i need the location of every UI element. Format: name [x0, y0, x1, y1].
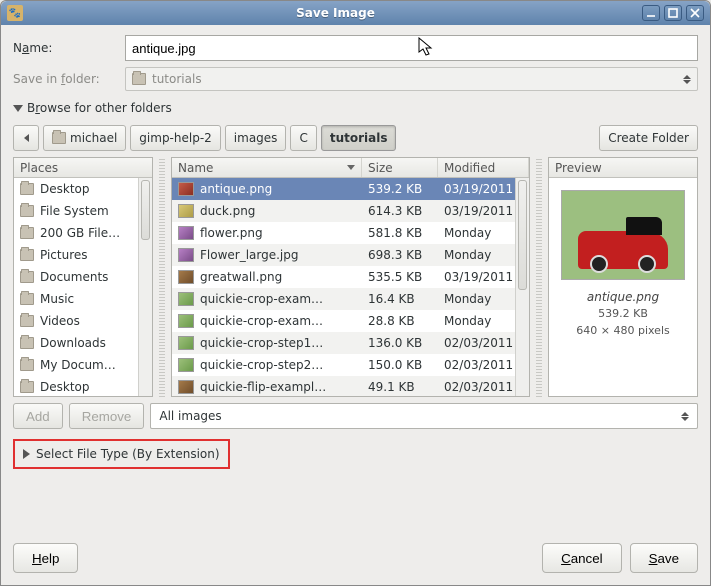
file-row[interactable]: greatwall.png535.5 KB03/19/2011	[172, 266, 529, 288]
folder-label: Save in folder:	[13, 72, 111, 86]
file-row[interactable]: quickie-crop-step1…136.0 KB02/03/2011	[172, 332, 529, 354]
places-item[interactable]: Music	[14, 288, 152, 310]
path-back-button[interactable]	[13, 125, 39, 151]
file-list-panel: Name Size Modified antique.png539.2 KB03…	[171, 157, 530, 397]
file-row[interactable]: Flower_large.jpg698.3 KBMonday	[172, 244, 529, 266]
titlebar: 🐾 Save Image	[1, 1, 710, 25]
file-thumbnail-icon	[178, 204, 194, 218]
files-scrollbar[interactable]	[515, 178, 529, 396]
column-header-name[interactable]: Name	[172, 158, 362, 177]
create-folder-button[interactable]: Create Folder	[599, 125, 698, 151]
pane-resize-handle[interactable]	[159, 157, 165, 397]
places-item[interactable]: Desktop	[14, 178, 152, 200]
cancel-button[interactable]: Cancel	[542, 543, 622, 573]
pane-resize-handle[interactable]	[536, 157, 542, 397]
file-row[interactable]: flower.png581.8 KBMonday	[172, 222, 529, 244]
chevron-left-icon	[24, 134, 29, 142]
file-thumbnail-icon	[178, 358, 194, 372]
add-place-button: Add	[13, 403, 63, 429]
places-item[interactable]: 200 GB File…	[14, 222, 152, 244]
close-button[interactable]	[686, 5, 704, 21]
remove-place-button: Remove	[69, 403, 145, 429]
places-item[interactable]: Documents	[14, 266, 152, 288]
save-button[interactable]: Save	[630, 543, 698, 573]
file-thumbnail-icon	[178, 270, 194, 284]
places-item[interactable]: My Docum…	[14, 354, 152, 376]
preview-header: Preview	[549, 158, 697, 178]
name-label: Name:	[13, 41, 111, 55]
select-filetype-expander[interactable]: Select File Type (By Extension)	[13, 439, 230, 469]
window-title: Save Image	[29, 6, 642, 20]
help-button[interactable]: Help	[13, 543, 78, 573]
file-thumbnail-icon	[178, 182, 194, 196]
folder-icon	[132, 73, 146, 85]
file-thumbnail-icon	[178, 314, 194, 328]
folder-combo: tutorials	[125, 67, 698, 91]
places-item[interactable]: Downloads	[14, 332, 152, 354]
folder-icon	[20, 315, 34, 327]
save-image-dialog: 🐾 Save Image Name: Save in folder: tutor…	[0, 0, 711, 586]
places-item[interactable]: Desktop	[14, 376, 152, 396]
file-row[interactable]: duck.png614.3 KB03/19/2011	[172, 200, 529, 222]
filename-input[interactable]	[125, 35, 698, 61]
combo-arrows-icon	[683, 75, 691, 84]
places-item[interactable]: Pictures	[14, 244, 152, 266]
expander-arrow-icon	[13, 105, 23, 112]
places-item[interactable]: Videos	[14, 310, 152, 332]
places-item[interactable]: File System	[14, 200, 152, 222]
places-header[interactable]: Places	[14, 158, 152, 178]
file-row[interactable]: quickie-crop-exam…28.8 KBMonday	[172, 310, 529, 332]
places-panel: Places DesktopFile System200 GB File…Pic…	[13, 157, 153, 397]
preview-thumbnail	[561, 190, 685, 280]
folder-icon	[20, 205, 34, 217]
folder-icon	[20, 249, 34, 261]
maximize-button[interactable]	[664, 5, 682, 21]
folder-icon	[20, 359, 34, 371]
path-segment-images[interactable]: images	[225, 125, 287, 151]
combo-arrows-icon	[681, 412, 689, 421]
file-row[interactable]: antique.png539.2 KB03/19/2011	[172, 178, 529, 200]
folder-icon	[52, 132, 66, 144]
places-scrollbar[interactable]	[138, 178, 152, 396]
folder-icon	[20, 293, 34, 305]
preview-info: antique.png 539.2 KB 640 × 480 pixels	[576, 288, 669, 339]
file-row[interactable]: quickie-crop-exam…16.4 KBMonday	[172, 288, 529, 310]
path-segment-michael[interactable]: michael	[43, 125, 126, 151]
expander-arrow-icon	[23, 449, 30, 459]
minimize-button[interactable]	[642, 5, 660, 21]
file-thumbnail-icon	[178, 292, 194, 306]
folder-icon	[20, 271, 34, 283]
path-segment-gimp-help-2[interactable]: gimp-help-2	[130, 125, 221, 151]
file-thumbnail-icon	[178, 336, 194, 350]
file-thumbnail-icon	[178, 380, 194, 394]
file-thumbnail-icon	[178, 226, 194, 240]
column-header-modified[interactable]: Modified	[438, 158, 529, 177]
file-filter-combo[interactable]: All images	[150, 403, 698, 429]
column-header-size[interactable]: Size	[362, 158, 438, 177]
browse-folders-expander[interactable]: Browse for other folders	[13, 97, 698, 119]
preview-panel: Preview antique.png 539.2 KB 640 × 480 p…	[548, 157, 698, 397]
sort-arrow-icon	[347, 165, 355, 170]
file-row[interactable]: quickie-crop-step2…150.0 KB02/03/2011	[172, 354, 529, 376]
app-icon: 🐾	[7, 5, 23, 21]
file-thumbnail-icon	[178, 248, 194, 262]
folder-icon	[20, 183, 34, 195]
file-row[interactable]: quickie-flip-exampl…49.1 KB02/03/2011	[172, 376, 529, 396]
folder-icon	[20, 227, 34, 239]
path-segment-c[interactable]: C	[290, 125, 316, 151]
folder-icon	[20, 381, 34, 393]
folder-icon	[20, 337, 34, 349]
path-segment-tutorials[interactable]: tutorials	[321, 125, 397, 151]
